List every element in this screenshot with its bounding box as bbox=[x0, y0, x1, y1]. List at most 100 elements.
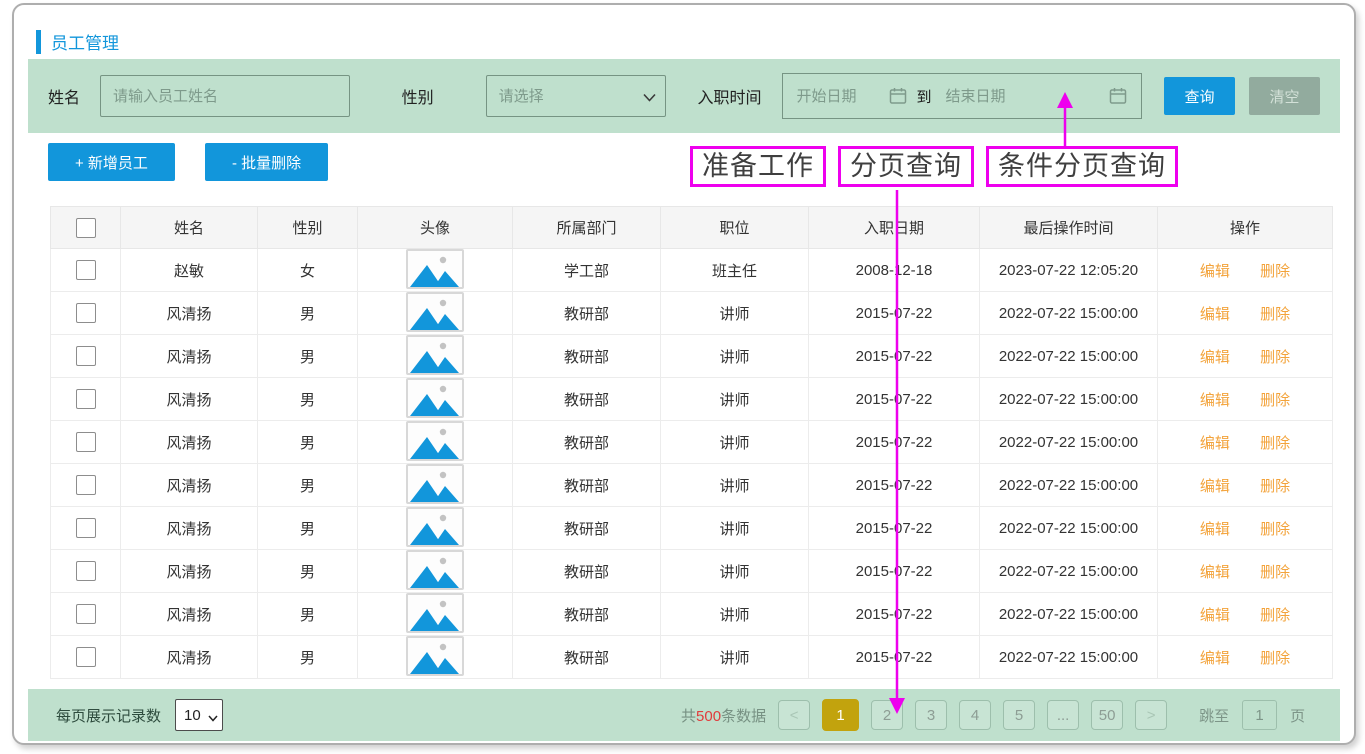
delete-link[interactable]: 删除 bbox=[1260, 650, 1290, 667]
row-select-cell bbox=[51, 378, 121, 421]
cell-avatar bbox=[358, 335, 513, 378]
avatar-placeholder-icon bbox=[406, 550, 464, 590]
avatar-placeholder-icon bbox=[406, 335, 464, 375]
delete-link[interactable]: 删除 bbox=[1260, 564, 1290, 581]
select-all-checkbox[interactable] bbox=[76, 218, 96, 238]
cell-last-op-time: 2022-07-22 15:00:00 bbox=[980, 292, 1158, 335]
edit-link[interactable]: 编辑 bbox=[1200, 306, 1230, 323]
batch-delete-button[interactable]: - 批量删除 bbox=[205, 143, 328, 181]
cell-avatar bbox=[358, 593, 513, 636]
cell-position: 讲师 bbox=[661, 421, 809, 464]
page-ellipsis-button[interactable]: ... bbox=[1047, 700, 1079, 730]
row-checkbox[interactable] bbox=[76, 518, 96, 538]
page-size-select[interactable]: 10 bbox=[175, 699, 223, 731]
name-label: 姓名 bbox=[48, 84, 80, 108]
date-range-picker[interactable]: 到 bbox=[782, 73, 1143, 119]
annotation-conditional-pagination-query: 条件分页查询 bbox=[986, 146, 1178, 187]
cell-gender: 男 bbox=[258, 335, 358, 378]
edit-link[interactable]: 编辑 bbox=[1200, 478, 1230, 495]
row-checkbox[interactable] bbox=[76, 303, 96, 323]
delete-link[interactable]: 删除 bbox=[1260, 306, 1290, 323]
row-select-cell bbox=[51, 550, 121, 593]
pagination-pages: 12345... 50 bbox=[822, 699, 1123, 731]
table-row: 风清扬 男 教研部 讲师 2015-07-22 2022-07-22 15:00… bbox=[51, 421, 1333, 464]
cell-department: 教研部 bbox=[513, 335, 661, 378]
gender-label: 性别 bbox=[402, 84, 434, 108]
cell-position: 讲师 bbox=[661, 636, 809, 679]
row-checkbox[interactable] bbox=[76, 346, 96, 366]
edit-link[interactable]: 编辑 bbox=[1200, 435, 1230, 452]
row-select-cell bbox=[51, 421, 121, 464]
cell-department: 教研部 bbox=[513, 378, 661, 421]
calendar-icon[interactable] bbox=[889, 87, 907, 105]
clear-button[interactable]: 清空 bbox=[1249, 77, 1320, 115]
row-checkbox[interactable] bbox=[76, 561, 96, 581]
page-button-5[interactable]: 5 bbox=[1003, 700, 1035, 730]
page-button-3[interactable]: 3 bbox=[915, 700, 947, 730]
title-accent-bar bbox=[36, 30, 41, 54]
employee-table-wrap: 姓名性别头像所属部门职位入职日期最后操作时间操作 赵敏 女 学工部 班主任 20… bbox=[50, 206, 1332, 679]
cell-name: 赵敏 bbox=[121, 249, 258, 292]
end-date-input[interactable] bbox=[946, 88, 1094, 105]
query-button[interactable]: 查询 bbox=[1164, 77, 1235, 115]
hire-date-label: 入职时间 bbox=[698, 84, 762, 108]
cell-department: 教研部 bbox=[513, 550, 661, 593]
add-employee-button[interactable]: + 新增员工 bbox=[48, 143, 175, 181]
edit-link[interactable]: 编辑 bbox=[1200, 607, 1230, 624]
row-checkbox[interactable] bbox=[76, 389, 96, 409]
page-button-2[interactable]: 2 bbox=[871, 700, 903, 730]
delete-link[interactable]: 删除 bbox=[1260, 478, 1290, 495]
cell-gender: 男 bbox=[258, 593, 358, 636]
cell-gender: 男 bbox=[258, 421, 358, 464]
table-row: 风清扬 男 教研部 讲师 2015-07-22 2022-07-22 15:00… bbox=[51, 335, 1333, 378]
pager: < 12345... 50 > bbox=[778, 699, 1167, 731]
page-button-4[interactable]: 4 bbox=[959, 700, 991, 730]
column-header: 入职日期 bbox=[809, 207, 980, 249]
cell-actions: 编辑 删除 bbox=[1158, 593, 1333, 636]
delete-link[interactable]: 删除 bbox=[1260, 263, 1290, 280]
page-button-50[interactable]: 50 bbox=[1091, 700, 1123, 730]
column-header: 头像 bbox=[358, 207, 513, 249]
cell-last-op-time: 2023-07-22 12:05:20 bbox=[980, 249, 1158, 292]
cell-actions: 编辑 删除 bbox=[1158, 292, 1333, 335]
cell-department: 教研部 bbox=[513, 507, 661, 550]
cell-department: 学工部 bbox=[513, 249, 661, 292]
table-row: 风清扬 男 教研部 讲师 2015-07-22 2022-07-22 15:00… bbox=[51, 550, 1333, 593]
start-date-input[interactable] bbox=[797, 88, 889, 105]
delete-link[interactable]: 删除 bbox=[1260, 392, 1290, 409]
cell-position: 讲师 bbox=[661, 550, 809, 593]
cell-position: 讲师 bbox=[661, 335, 809, 378]
edit-link[interactable]: 编辑 bbox=[1200, 392, 1230, 409]
row-checkbox[interactable] bbox=[76, 604, 96, 624]
table-row: 风清扬 男 教研部 讲师 2015-07-22 2022-07-22 15:00… bbox=[51, 636, 1333, 679]
calendar-icon[interactable] bbox=[1109, 87, 1127, 105]
employee-table: 姓名性别头像所属部门职位入职日期最后操作时间操作 赵敏 女 学工部 班主任 20… bbox=[50, 206, 1333, 679]
cell-position: 讲师 bbox=[661, 378, 809, 421]
select-all-cell bbox=[51, 207, 121, 249]
cell-last-op-time: 2022-07-22 15:00:00 bbox=[980, 593, 1158, 636]
row-checkbox[interactable] bbox=[76, 432, 96, 452]
delete-link[interactable]: 删除 bbox=[1260, 349, 1290, 366]
edit-link[interactable]: 编辑 bbox=[1200, 521, 1230, 538]
row-checkbox[interactable] bbox=[76, 260, 96, 280]
row-checkbox[interactable] bbox=[76, 647, 96, 667]
column-header: 操作 bbox=[1158, 207, 1333, 249]
prev-page-button[interactable]: < bbox=[778, 700, 810, 730]
row-checkbox[interactable] bbox=[76, 475, 96, 495]
delete-link[interactable]: 删除 bbox=[1260, 607, 1290, 624]
jump-page-input[interactable] bbox=[1242, 700, 1277, 730]
page-button-1[interactable]: 1 bbox=[822, 699, 859, 731]
gender-select[interactable]: 请选择 bbox=[486, 75, 666, 117]
cell-name: 风清扬 bbox=[121, 421, 258, 464]
edit-link[interactable]: 编辑 bbox=[1200, 263, 1230, 280]
edit-link[interactable]: 编辑 bbox=[1200, 349, 1230, 366]
delete-link[interactable]: 删除 bbox=[1260, 435, 1290, 452]
cell-actions: 编辑 删除 bbox=[1158, 550, 1333, 593]
cell-department: 教研部 bbox=[513, 593, 661, 636]
delete-link[interactable]: 删除 bbox=[1260, 521, 1290, 538]
edit-link[interactable]: 编辑 bbox=[1200, 650, 1230, 667]
cell-name: 风清扬 bbox=[121, 378, 258, 421]
name-input[interactable] bbox=[100, 75, 350, 117]
edit-link[interactable]: 编辑 bbox=[1200, 564, 1230, 581]
next-page-button[interactable]: > bbox=[1135, 700, 1167, 730]
